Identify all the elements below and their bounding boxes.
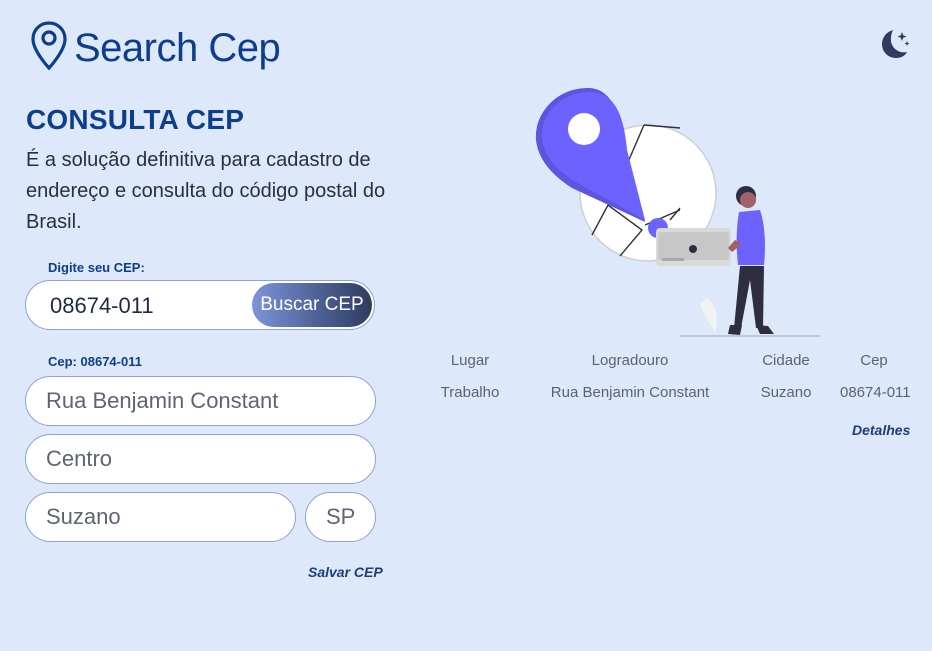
table-cell-lugar: Trabalho [440, 384, 500, 401]
details-link[interactable]: Detalhes [852, 422, 910, 438]
location-illustration [520, 80, 830, 350]
search-box: Buscar CEP [25, 280, 375, 330]
search-label: Digite seu CEP: [48, 260, 145, 275]
moon-stars-icon [876, 30, 912, 66]
search-cep-button[interactable]: Buscar CEP [252, 283, 372, 327]
map-pin-icon [30, 20, 68, 76]
column-header-lugar: Lugar [450, 352, 490, 369]
theme-toggle[interactable] [876, 26, 912, 62]
address-cep-label: Cep: 08674-011 [48, 354, 142, 369]
save-cep-link[interactable]: Salvar CEP [308, 564, 383, 580]
table-cell-cep: 08674-011 [840, 384, 911, 401]
neighborhood-field[interactable] [25, 434, 376, 484]
app-title: Search Cep [74, 25, 281, 70]
street-field[interactable] [25, 376, 376, 426]
column-header-logradouro: Logradouro [591, 352, 669, 369]
state-field[interactable] [305, 492, 376, 542]
table-cell-cidade: Suzano [760, 384, 812, 401]
column-header-cidade: Cidade [762, 352, 810, 369]
page-description: É a solução definitiva para cadastro de … [26, 149, 386, 233]
cep-search-input[interactable] [48, 291, 262, 321]
column-header-cep: Cep [860, 352, 888, 369]
page-title: CONSULTA CEP [26, 104, 245, 135]
table-cell-logradouro: Rua Benjamin Constant [550, 384, 710, 401]
app-logo: Search Cep [30, 20, 281, 76]
city-field[interactable] [25, 492, 296, 542]
